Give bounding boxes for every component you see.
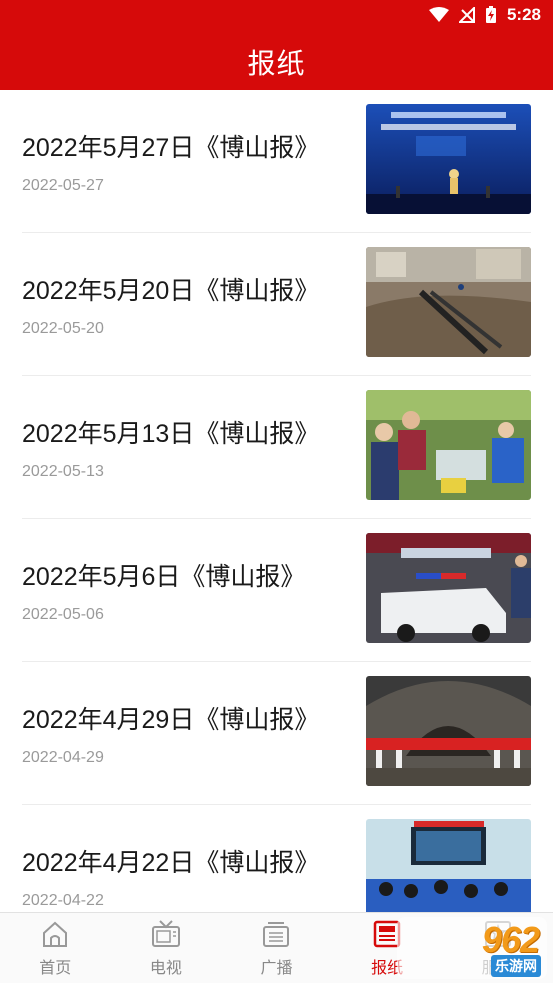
watermark-logo: 962 乐游网	[397, 917, 547, 979]
tab-label: 首页	[39, 960, 72, 977]
article-title: 2022年5月13日《博山报》	[22, 420, 320, 448]
article-title: 2022年5月20日《博山报》	[22, 277, 320, 305]
article-thumbnail	[366, 819, 531, 912]
list-item[interactable]: 2022年4月29日《博山报》 2022-04-29	[22, 662, 531, 805]
watermark-subtext: 乐游网	[491, 955, 541, 977]
list-item[interactable]: 2022年5月6日《博山报》 2022-05-06	[22, 519, 531, 662]
tab-home[interactable]: 首页	[0, 913, 111, 983]
status-bar: 5:28	[0, 0, 553, 30]
tv-icon	[151, 920, 180, 947]
tab-tv[interactable]: 电视	[111, 913, 222, 983]
article-date: 2022-04-22	[22, 892, 104, 909]
article-thumbnail	[366, 247, 531, 357]
article-date: 2022-05-27	[22, 177, 104, 194]
article-date: 2022-04-29	[22, 749, 104, 766]
article-date: 2022-05-13	[22, 463, 104, 480]
newspaper-list[interactable]: 2022年5月27日《博山报》 2022-05-27 2022年5月20日《博山…	[0, 90, 553, 912]
article-thumbnail	[366, 390, 531, 500]
page-title: 报纸	[247, 48, 306, 79]
list-item[interactable]: 2022年5月13日《博山报》 2022-05-13	[22, 376, 531, 519]
status-time: 5:28	[506, 5, 541, 24]
list-item[interactable]: 2022年4月22日《博山报》 2022-04-22	[22, 805, 531, 912]
app-header: 5:28 报纸	[0, 0, 553, 90]
wifi-icon	[428, 7, 449, 23]
radio-icon	[263, 922, 290, 947]
tab-radio[interactable]: 广播	[221, 913, 332, 983]
article-title: 2022年5月6日《博山报》	[22, 563, 306, 591]
article-title: 2022年4月29日《博山报》	[22, 706, 320, 734]
tab-label: 广播	[260, 960, 293, 977]
list-item[interactable]: 2022年5月20日《博山报》 2022-05-20	[22, 233, 531, 376]
article-date: 2022-05-20	[22, 320, 104, 337]
article-thumbnail	[366, 676, 531, 786]
article-date: 2022-05-06	[22, 606, 104, 623]
list-item[interactable]: 2022年5月27日《博山报》 2022-05-27	[22, 90, 531, 233]
article-title: 2022年4月22日《博山报》	[22, 849, 320, 877]
article-thumbnail	[366, 104, 531, 214]
article-thumbnail	[366, 533, 531, 643]
article-title: 2022年5月27日《博山报》	[22, 134, 320, 162]
no-signal-icon	[458, 7, 475, 23]
tab-label: 电视	[149, 960, 182, 977]
home-icon	[43, 921, 68, 947]
battery-charging-icon	[485, 6, 497, 24]
